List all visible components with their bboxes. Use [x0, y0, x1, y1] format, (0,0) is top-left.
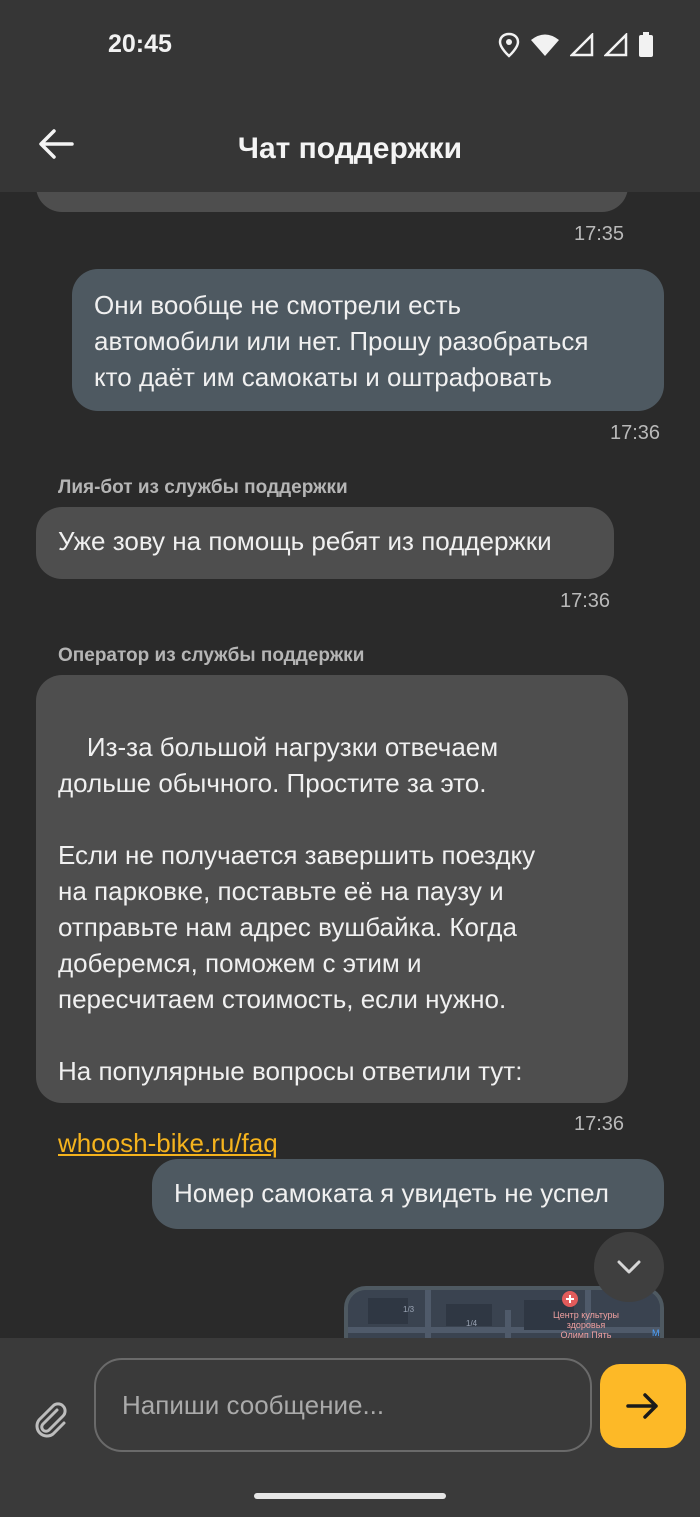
- message-bubble-incoming: [36, 192, 628, 212]
- map-label-3: Олимп Пять: [561, 1330, 612, 1338]
- home-indicator[interactable]: [254, 1493, 446, 1499]
- message-composer: Напиши сообщение...: [0, 1338, 700, 1517]
- signal-icon-2: [604, 33, 628, 57]
- paperclip-icon: [35, 1402, 67, 1438]
- message-time: 17:36: [610, 422, 661, 444]
- send-button[interactable]: [600, 1364, 686, 1448]
- map-mark-1: 1/3: [403, 1305, 415, 1314]
- scroll-down-button[interactable]: [594, 1232, 664, 1302]
- message-input[interactable]: Напиши сообщение...: [94, 1358, 592, 1452]
- map-mark-2: 1/4: [466, 1319, 478, 1328]
- message-time: 17:35: [574, 223, 625, 245]
- message-text: Из-за большой нагрузки отвечаем дольше о…: [58, 732, 536, 1086]
- faq-link[interactable]: whoosh-bike.ru/faq: [58, 1125, 606, 1161]
- status-bar: 20:45: [0, 0, 700, 92]
- message-bubble-incoming: Уже зову на помощь ребят из поддержки: [36, 507, 614, 579]
- message-bubble-outgoing: Они вообще не смотрели есть автомобили и…: [72, 269, 664, 411]
- message-input-placeholder: Напиши сообщение...: [122, 1389, 385, 1420]
- page-title: Чат поддержки: [237, 132, 463, 165]
- status-icons: [498, 32, 654, 58]
- map-label-2: здоровья: [567, 1320, 606, 1330]
- battery-icon: [639, 32, 653, 57]
- message-bubble-outgoing: Номер самоката я увидеть не успел: [152, 1159, 664, 1229]
- sender-name: Оператор из службы поддержки: [58, 645, 365, 666]
- attach-button[interactable]: [30, 1398, 70, 1438]
- map-mark-3: M: [652, 1328, 660, 1338]
- sender-name: Лия-бот из службы поддержки: [58, 477, 348, 498]
- chevron-down-icon: [617, 1260, 641, 1274]
- message-bubble-incoming: Из-за большой нагрузки отвечаем дольше о…: [36, 675, 628, 1158]
- location-icon: [498, 32, 520, 58]
- wifi-icon: [531, 34, 559, 56]
- signal-icon: [570, 33, 594, 57]
- app-bar: Чат поддержки: [0, 92, 700, 192]
- chat-messages[interactable]: 17:35 Они вообще не смотрели есть автомо…: [0, 192, 700, 1338]
- map-label-1: Центр культуры: [553, 1310, 619, 1320]
- message-time: 17:36: [574, 1113, 625, 1135]
- arrow-right-icon: [626, 1393, 658, 1419]
- message-time: 17:36: [560, 590, 611, 612]
- status-time: 20:45: [108, 30, 172, 58]
